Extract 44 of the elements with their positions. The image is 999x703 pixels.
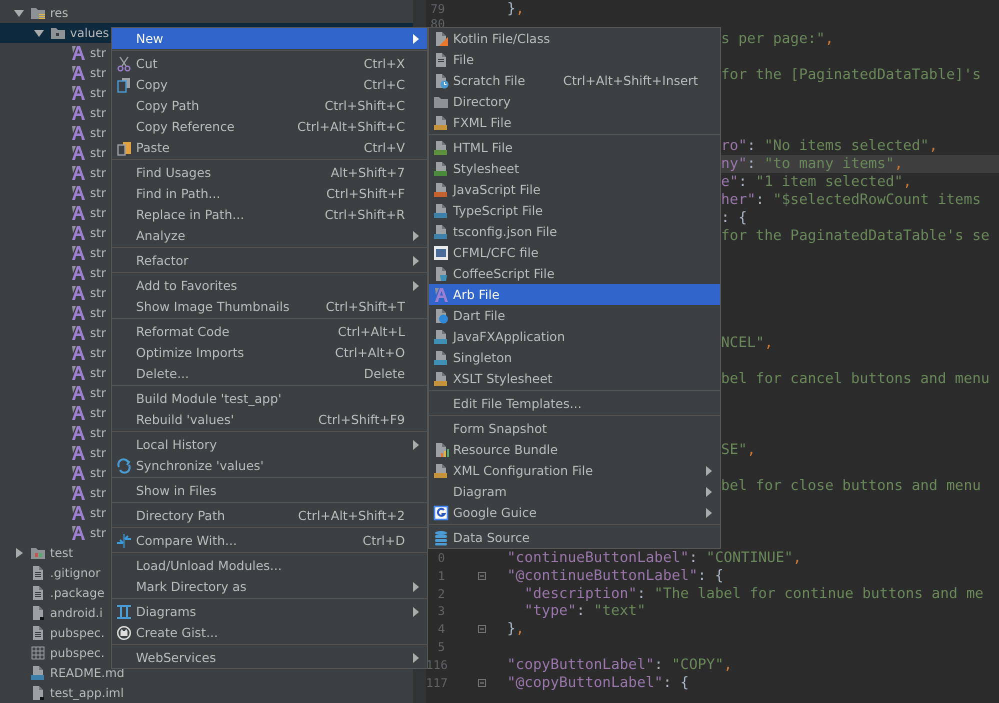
tree-item-label: str [90, 206, 106, 220]
line-number: 117 [426, 676, 448, 690]
tree-item-label: str [90, 46, 106, 60]
line-number: 5 [438, 640, 445, 654]
tree-item-label: str [90, 66, 106, 80]
tree-item-label: str [90, 526, 106, 540]
tree-item-label: res [50, 6, 68, 20]
tree-item-label: values [70, 26, 110, 40]
tree-item-label: pubspec. [50, 626, 105, 640]
tree-item-label: str [90, 446, 106, 460]
tree-item-label: str [90, 246, 106, 260]
tree-item-label: str [90, 366, 106, 380]
line-number: 79 [430, 2, 445, 16]
line-number: 1 [438, 568, 445, 583]
tree-item-label: str [90, 386, 106, 400]
tree-item-label: str [90, 266, 106, 280]
tree-item-label: test [50, 546, 74, 560]
tree-item-label: str [90, 166, 106, 180]
tree-item-label: str [90, 426, 106, 440]
tree-item-label: str [90, 286, 106, 300]
line-number: 2 [438, 586, 445, 601]
tree-item-label: str [90, 486, 106, 500]
tree-item-label: str [90, 306, 106, 320]
tree-item-label: str [90, 406, 106, 420]
line-number: 0 [438, 550, 445, 565]
tree-item-label: android.i [50, 606, 103, 620]
tree-item-label: str [90, 146, 106, 160]
tree-item-label: str [90, 186, 106, 200]
line-number: 116 [426, 658, 448, 672]
tree-item-label: str [90, 466, 106, 480]
tree-item-label: str [90, 346, 106, 360]
tree-item-label: README.md [50, 666, 124, 680]
tree-item-label: test_app.iml [50, 686, 124, 700]
tree-item-label: str [90, 86, 106, 100]
tree-item-label: str [90, 126, 106, 140]
tree-item-label: str [90, 106, 106, 120]
tree-item-label: str [90, 226, 106, 240]
tree-item-label: .package [50, 586, 104, 600]
line-number: 3 [438, 604, 445, 618]
tree-item-label: pubspec. [50, 646, 105, 660]
tree-item-label: str [90, 326, 106, 340]
tree-item-label: str [90, 506, 106, 520]
line-number: 4 [438, 622, 445, 636]
tree-item-label: .gitignor [50, 566, 100, 580]
